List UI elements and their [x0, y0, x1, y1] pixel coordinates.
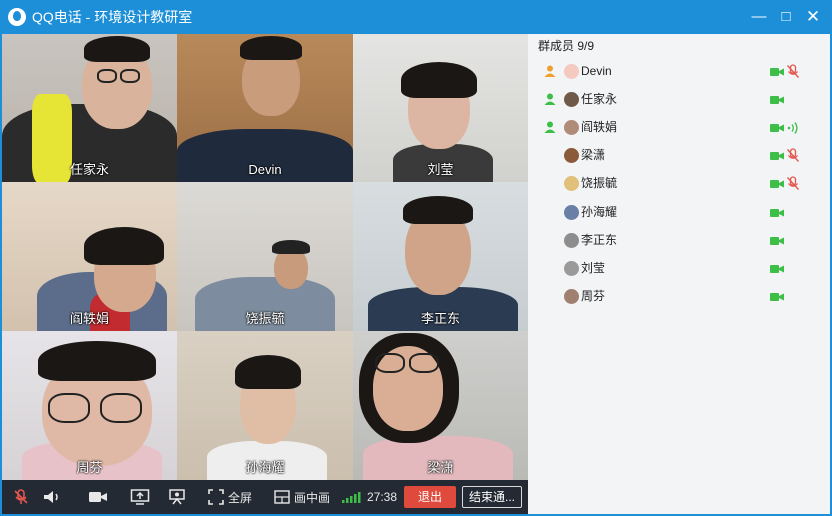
member-avatar [564, 64, 579, 79]
mic-muted-icon [787, 176, 799, 191]
participant-name: 任家永 [69, 162, 109, 177]
member-name: Devin [581, 64, 612, 78]
admin-user-icon [544, 65, 556, 77]
participant-name: 梁潇 [427, 460, 454, 475]
camera-button[interactable] [88, 480, 108, 514]
admin-user-icon [544, 121, 556, 134]
member-name: 周芬 [581, 288, 606, 303]
mic-muted-icon [787, 148, 799, 163]
video-tile[interactable]: Devin [177, 34, 353, 182]
member-avatar [564, 260, 579, 276]
camera-on-icon [770, 68, 784, 76]
picture-in-picture-icon [274, 490, 290, 504]
call-toolbar: 全屏 画中画 27:38 退出 结束通... [2, 480, 528, 514]
member-row[interactable]: 李正东 [528, 227, 830, 255]
member-avatar [564, 92, 579, 108]
end-call-button[interactable]: 结束通... [462, 486, 522, 508]
maximize-button[interactable]: □ [775, 7, 797, 27]
mic-toggle-button[interactable] [12, 480, 30, 514]
members-panel: 群成员 9/9 Devin 任家永阎轶娟梁潇饶振毓孙海耀李正东刘莹周芬 [528, 34, 830, 514]
admin-user-icon [544, 93, 556, 106]
video-tile[interactable]: 周芬 [2, 331, 177, 480]
member-avatar [564, 148, 579, 164]
participant-name: 孙海耀 [245, 460, 285, 475]
speaker-button[interactable] [42, 480, 62, 514]
member-name: 饶振毓 [581, 176, 618, 191]
close-button[interactable]: ✕ [802, 7, 824, 27]
participant-name: Devin [248, 162, 282, 177]
member-row[interactable]: 任家永 [528, 86, 830, 114]
video-grid: 任家永 Devin 刘莹 阎轶娟 饶振毓 李正东 周芬 孙海耀 梁潇 [2, 34, 528, 480]
fullscreen-label: 全屏 [228, 490, 253, 505]
member-row[interactable]: 阎轶娟 [528, 114, 830, 142]
video-tile[interactable]: 任家永 [2, 34, 177, 182]
participant-name: 阎轶娟 [69, 311, 109, 326]
participant-name: 李正东 [420, 311, 460, 326]
window-title: QQ电话 - 环境设计教研室 [32, 9, 193, 25]
presentation-icon [169, 489, 185, 505]
call-status: 27:38 [342, 480, 397, 514]
fullscreen-icon [208, 489, 224, 505]
member-avatar [564, 120, 579, 136]
member-name: 刘莹 [581, 260, 606, 275]
camera-on-icon [770, 152, 784, 161]
mic-muted-icon [14, 489, 28, 504]
camera-on-icon [770, 208, 784, 217]
member-name: 李正东 [581, 232, 618, 247]
exit-call-button[interactable]: 退出 [404, 486, 456, 508]
member-row[interactable]: 饶振毓 [528, 170, 830, 198]
member-avatar [564, 176, 579, 192]
speaker-icon [44, 491, 58, 503]
speaking-icon [787, 122, 798, 135]
screen-share-icon [130, 489, 150, 505]
camera-on-icon [770, 264, 784, 273]
qq-logo-icon [8, 8, 26, 26]
video-tile[interactable]: 孙海耀 [177, 331, 353, 480]
member-row[interactable]: 孙海耀 [528, 199, 830, 227]
camera-on-icon [770, 124, 784, 133]
picture-in-picture-button[interactable]: 画中画 [274, 480, 330, 514]
member-name: 任家永 [581, 92, 618, 107]
qq-call-window: QQ电话 - 环境设计教研室 — □ ✕ 任家永 Devin 刘莹 阎轶娟 饶振… [0, 0, 832, 516]
camera-on-icon [770, 292, 784, 301]
camera-on-icon [770, 236, 784, 245]
video-camera-icon [89, 492, 107, 502]
member-row[interactable]: 梁潇 [528, 142, 830, 170]
screen-share-button[interactable] [130, 480, 150, 514]
participant-name: 周芬 [76, 460, 103, 475]
video-tile[interactable]: 李正东 [353, 182, 528, 331]
minimize-button[interactable]: — [748, 7, 770, 27]
title-bar: QQ电话 - 环境设计教研室 — □ ✕ [0, 0, 832, 34]
pip-label: 画中画 [294, 490, 331, 505]
camera-on-icon [770, 96, 784, 105]
video-tile[interactable]: 阎轶娟 [2, 182, 177, 331]
video-tile[interactable]: 刘莹 [353, 34, 528, 182]
member-name: 阎轶娟 [581, 120, 618, 135]
camera-on-icon [770, 180, 784, 189]
fullscreen-button[interactable]: 全屏 [208, 480, 252, 514]
presentation-button[interactable] [168, 480, 186, 514]
video-tile[interactable]: 饶振毓 [177, 182, 353, 331]
member-name: 梁潇 [581, 148, 606, 163]
call-duration: 27:38 [367, 490, 398, 504]
participant-name: 刘莹 [427, 162, 454, 177]
member-row[interactable]: 刘莹 [528, 255, 830, 283]
video-tile[interactable]: 梁潇 [353, 331, 528, 480]
member-avatar [564, 232, 579, 248]
member-avatar [564, 288, 579, 304]
signal-strength-icon [342, 492, 361, 503]
participant-name: 饶振毓 [245, 311, 285, 326]
member-name: 孙海耀 [581, 204, 618, 219]
member-avatar [564, 204, 579, 220]
members-header: 群成员 9/9 [538, 39, 595, 53]
member-row[interactable]: Devin [528, 58, 830, 86]
mic-muted-icon [787, 64, 799, 78]
member-row[interactable]: 周芬 [528, 283, 830, 311]
